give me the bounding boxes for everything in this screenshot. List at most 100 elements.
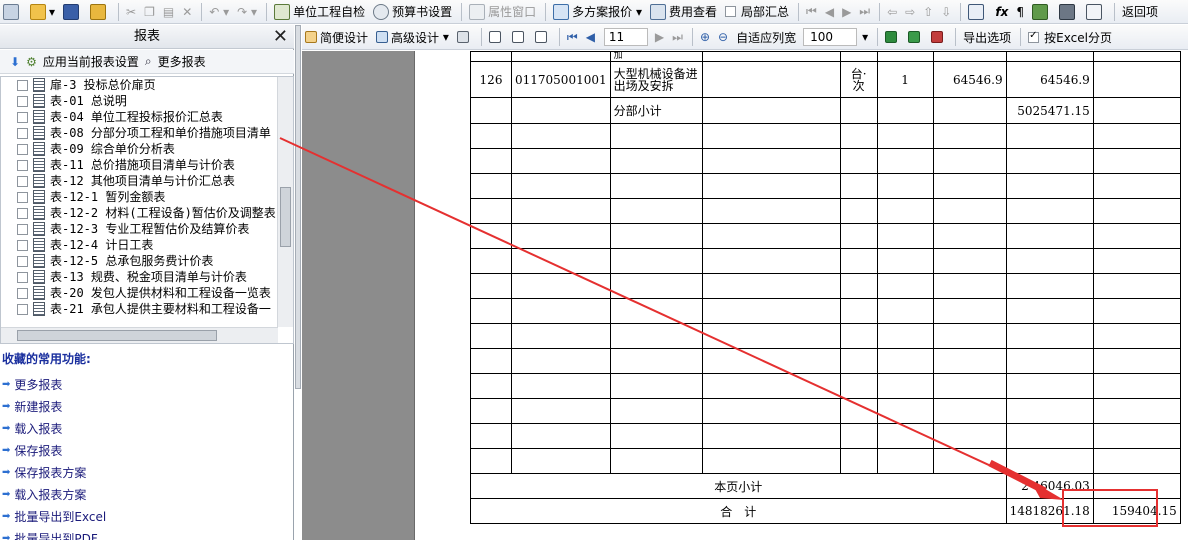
report-tree-item[interactable]: 表-12-3 专业工程暂估价及结算价表 bbox=[1, 221, 293, 237]
print-icon[interactable] bbox=[454, 27, 475, 47]
calculator-icon[interactable] bbox=[965, 2, 990, 22]
next-page-icon[interactable]: ▶ bbox=[652, 27, 667, 47]
report-tree-checkbox[interactable] bbox=[17, 159, 28, 171]
zoom-in-icon[interactable]: ⊕ bbox=[697, 27, 713, 47]
grid-export-icon[interactable] bbox=[928, 27, 949, 47]
report-tree-checkbox[interactable] bbox=[17, 255, 28, 267]
fit-columns-button[interactable]: 自适应列宽 bbox=[733, 27, 799, 47]
report-tree-checkbox[interactable] bbox=[17, 223, 28, 235]
move-down-icon[interactable]: ⇩ bbox=[938, 2, 954, 22]
last-page-icon[interactable]: ⏭ bbox=[669, 27, 686, 47]
report-tree-checkbox[interactable] bbox=[17, 239, 28, 251]
report-tree-item[interactable]: 表-09 综合单价分析表 bbox=[1, 141, 293, 157]
partial-summary-button[interactable]: 局部汇总 bbox=[722, 2, 792, 22]
favorite-item[interactable]: ➡ 批量导出到Excel bbox=[0, 505, 294, 527]
cube-icon[interactable] bbox=[1029, 2, 1054, 22]
prev-page-icon[interactable]: ◀ bbox=[583, 27, 598, 47]
double-page-icon[interactable] bbox=[509, 27, 530, 47]
report-tree-item[interactable]: 表-12-5 总承包服务费计价表 bbox=[1, 253, 293, 269]
open-icon[interactable]: ▾ bbox=[27, 2, 58, 22]
report-tree-checkbox[interactable] bbox=[17, 95, 28, 107]
excel-paging-checkbox[interactable]: ✓ bbox=[1028, 30, 1040, 43]
undo-icon[interactable]: ↶ ▾ bbox=[206, 2, 232, 22]
report-tree-checkbox[interactable] bbox=[17, 191, 28, 203]
property-window-button[interactable]: 属性窗口 bbox=[466, 2, 539, 22]
pane-splitter-scrollbar[interactable] bbox=[295, 25, 301, 389]
favorite-item[interactable]: ➡ 载入报表 bbox=[0, 417, 294, 439]
tree-vertical-scrollbar[interactable] bbox=[277, 77, 293, 327]
self-check-button[interactable]: 单位工程自检 bbox=[271, 2, 368, 22]
simple-design-button[interactable]: 简便设计 bbox=[302, 27, 371, 47]
favorite-item[interactable]: ➡ 载入报表方案 bbox=[0, 483, 294, 505]
favorite-item[interactable]: ➡ 保存报表方案 bbox=[0, 461, 294, 483]
next-icon[interactable]: ▶ bbox=[839, 2, 854, 22]
zoom-select[interactable]: 100 bbox=[803, 28, 858, 46]
report-tree-checkbox[interactable] bbox=[17, 175, 28, 187]
tree-horizontal-scrollbar[interactable] bbox=[1, 327, 278, 343]
report-tree-checkbox[interactable] bbox=[17, 127, 28, 139]
excel-export-icon[interactable] bbox=[882, 27, 903, 47]
layers-icon[interactable] bbox=[1056, 2, 1081, 22]
favorite-item[interactable]: ➡ 新建报表 bbox=[0, 395, 294, 417]
report-tree-item[interactable]: 表-08 分部分项工程和单价措施项目清单 bbox=[1, 125, 293, 141]
single-page-icon[interactable] bbox=[486, 27, 507, 47]
report-tree-item[interactable]: 表-11 总价措施项目清单与计价表 bbox=[1, 157, 293, 173]
favorite-item[interactable]: ➡ 批量导出到PDF bbox=[0, 527, 294, 540]
more-reports-button[interactable]: 更多报表 bbox=[158, 53, 206, 70]
report-tree-item[interactable]: 扉-3 投标总价扉页 bbox=[1, 77, 293, 93]
partial-summary-checkbox[interactable] bbox=[725, 6, 736, 17]
close-icon[interactable]: ✕ bbox=[273, 26, 288, 48]
report-tree-item[interactable]: 表-21 承包人提供主要材料和工程设备一 bbox=[1, 301, 293, 317]
prev-icon[interactable]: ◀ bbox=[822, 2, 837, 22]
multi-page-icon[interactable] bbox=[532, 27, 553, 47]
report-tree-item[interactable]: 表-13 规费、税金项目清单与计价表 bbox=[1, 269, 293, 285]
arrow-down-icon[interactable]: ⬇ bbox=[10, 55, 20, 69]
report-tree-item[interactable]: 表-12-4 计日工表 bbox=[1, 237, 293, 253]
paste-icon[interactable]: ▤ bbox=[160, 2, 177, 22]
budget-settings-button[interactable]: 预算书设置 bbox=[370, 2, 455, 22]
back-button[interactable]: 返回项 bbox=[1119, 2, 1161, 22]
formula-icon[interactable]: fx bbox=[992, 2, 1011, 22]
last-icon[interactable]: ⏭ bbox=[856, 2, 873, 22]
report-tree-checkbox[interactable] bbox=[17, 111, 28, 123]
apply-settings-button[interactable]: 应用当前报表设置 bbox=[43, 53, 139, 70]
excel-export-alt-icon[interactable] bbox=[905, 27, 926, 47]
report-tree-checkbox[interactable] bbox=[17, 303, 28, 315]
report-tree-item[interactable]: 表-20 发包人提供材料和工程设备一览表 bbox=[1, 285, 293, 301]
tree-hscroll-thumb[interactable] bbox=[17, 330, 217, 341]
fee-view-button[interactable]: 费用查看 bbox=[647, 2, 720, 22]
new-icon[interactable] bbox=[0, 2, 25, 22]
tree-scroll-thumb[interactable] bbox=[280, 187, 291, 247]
report-tree-item[interactable]: 表-12-2 材料(工程设备)暂估价及调整表 bbox=[1, 205, 293, 221]
move-left-icon[interactable]: ⇦ bbox=[884, 2, 900, 22]
copy-icon[interactable]: ❐ bbox=[141, 2, 158, 22]
zoom-out-icon[interactable]: ⊖ bbox=[715, 27, 731, 47]
favorite-item[interactable]: ➡ 更多报表 bbox=[0, 373, 294, 395]
report-tree-checkbox[interactable] bbox=[17, 287, 28, 299]
paragraph-icon[interactable]: ¶ bbox=[1013, 2, 1027, 22]
save-icon[interactable] bbox=[60, 2, 85, 22]
report-tree-item[interactable]: 表-12-1 暂列金额表 bbox=[1, 189, 293, 205]
report-tree-item[interactable]: 表-01 总说明 bbox=[1, 93, 293, 109]
report-tree-checkbox[interactable] bbox=[17, 143, 28, 155]
page-number-input[interactable]: 11 bbox=[603, 28, 648, 46]
zoom-dropdown-icon[interactable]: ▾ bbox=[859, 27, 871, 47]
first-icon[interactable]: ⏮ bbox=[803, 2, 820, 22]
report-tree-item[interactable]: 表-12 其他项目清单与计价汇总表 bbox=[1, 173, 293, 189]
list-icon[interactable] bbox=[1083, 2, 1108, 22]
excel-paging-toggle[interactable]: ✓ 按Excel分页 bbox=[1025, 27, 1115, 47]
move-right-icon[interactable]: ⇨ bbox=[902, 2, 918, 22]
move-up-icon[interactable]: ⇧ bbox=[920, 2, 936, 22]
redo-icon[interactable]: ↷ ▾ bbox=[234, 2, 260, 22]
multi-plan-quote-button[interactable]: 多方案报价 ▾ bbox=[550, 2, 645, 22]
report-tree-item[interactable]: 表-04 单位工程投标报价汇总表 bbox=[1, 109, 293, 125]
delete-icon[interactable]: ✕ bbox=[179, 2, 195, 22]
folder-icon[interactable] bbox=[87, 2, 112, 22]
favorite-item[interactable]: ➡ 保存报表 bbox=[0, 439, 294, 461]
first-page-icon[interactable]: ⏮ bbox=[564, 27, 581, 47]
export-options-button[interactable]: 导出选项 bbox=[960, 27, 1014, 47]
cut-icon[interactable]: ✂ bbox=[123, 2, 139, 22]
report-tree-checkbox[interactable] bbox=[17, 271, 28, 283]
advanced-design-button[interactable]: 高级设计 ▾ bbox=[373, 27, 452, 47]
report-tree-checkbox[interactable] bbox=[17, 207, 28, 219]
